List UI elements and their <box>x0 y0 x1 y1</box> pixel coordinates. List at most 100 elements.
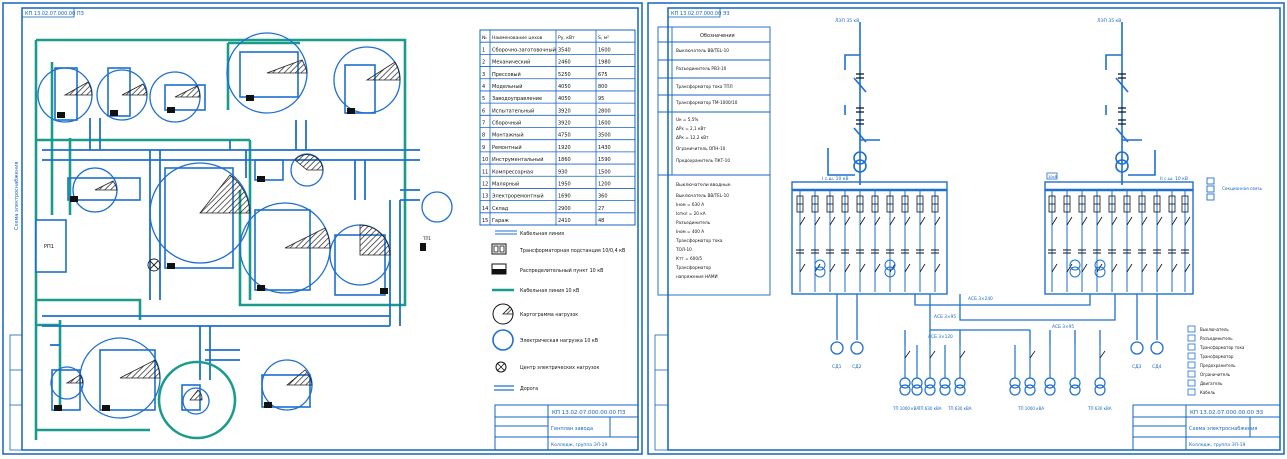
equip-line: Iном = 630 А <box>676 202 704 207</box>
table-cell: 1600 <box>598 121 611 127</box>
table-cell: 675 <box>598 72 608 78</box>
switchgear-cell <box>1123 190 1133 292</box>
right-title-name: Схема электроснабжения <box>1189 426 1257 432</box>
left-title-name: Генплан завода <box>551 426 593 432</box>
note-line: ΔPх = 2,1 кВт <box>676 126 706 131</box>
right-legend-label: Кабель <box>1200 390 1216 395</box>
table-cell: 930 <box>558 169 568 175</box>
switchgear-cell <box>1138 190 1148 292</box>
equip-header: Выключатели вводные <box>676 182 731 188</box>
right-legend-item: Предохранитель <box>1187 361 1236 369</box>
table-cell: 5250 <box>558 72 571 78</box>
tp-unit: ТП 630 кВА <box>1087 345 1112 411</box>
switchgear-cell <box>1063 190 1073 292</box>
table-cell: 1690 <box>558 194 571 200</box>
right-legend-item: Трансформатор тока <box>1187 343 1245 351</box>
table-cell: Испытательный <box>492 107 534 114</box>
equip-line: Трансформатор <box>675 265 711 270</box>
table-cell: 2 <box>482 60 485 66</box>
table-cell: 1980 <box>598 60 611 66</box>
table-cell: 1600 <box>598 47 611 53</box>
table-cell: Модельный <box>492 83 523 90</box>
tie-label-2: АСБ 3×95 <box>934 314 956 320</box>
measure-transformer <box>1069 259 1081 278</box>
left-side-label: Схема электроснабжения <box>14 162 20 230</box>
table-cell: 3500 <box>598 133 611 139</box>
table-cell: Монтажный <box>492 132 524 139</box>
table-cell: 8 <box>482 133 485 139</box>
bus-tag-right: 10кВ <box>1048 175 1058 179</box>
table-cell: 2460 <box>558 60 571 66</box>
tp-unit-secondary <box>939 345 951 396</box>
rp-label: РП1 <box>44 244 54 250</box>
motor-4: СД4 <box>1152 364 1162 370</box>
transformer-substations: ТП 1000 кВАТП 630 кВА ТП 630 кВА ТП 1000 к… <box>892 345 1112 411</box>
bus-connection-label: Секционная связь <box>1222 186 1263 191</box>
equip-line: Ктт = 600/5 <box>676 256 702 261</box>
table-cell: 800 <box>598 84 608 90</box>
equip-line: Разъединитель <box>676 220 711 225</box>
table-cell: 3920 <box>558 108 571 114</box>
tp-unit: ТП 1000 кВА <box>1017 345 1044 411</box>
right-legend: Выключатель Разъединитель Трансформатор то… <box>1187 325 1245 396</box>
table-cell: 15 <box>482 218 488 224</box>
table-cell: 1860 <box>558 157 571 163</box>
right-legend-label: Двигатель <box>1200 381 1223 386</box>
motors <box>830 341 1164 355</box>
legend-label: Трансформаторная подстанция 10/0,4 кВ <box>519 248 625 254</box>
legend-label: Дорога <box>520 386 538 392</box>
table-header-cell: Ру, кВт <box>558 35 575 41</box>
switchgear-cell <box>871 190 881 292</box>
right-legend-label: Выключатель <box>1200 327 1229 332</box>
table-cell: Склад <box>492 206 509 212</box>
note-line: ΔPк = 12,2 кВт <box>676 135 709 140</box>
legend-item: Распределительный пункт 10 кВ <box>491 263 603 275</box>
feeder-top-right: ЛЭП 35 кВ <box>1097 18 1121 24</box>
equip-line: Iном = 400 А <box>676 229 704 234</box>
legend-item: Картограмма нагрузок <box>492 303 578 325</box>
table-cell: Электроремонтный <box>492 193 544 200</box>
right-legend-item: Двигатель <box>1187 379 1223 387</box>
table-cell: 7 <box>482 121 485 127</box>
switchgear-cell <box>856 190 866 292</box>
table-cell: 3540 <box>558 47 571 53</box>
feeder-top-left: ЛЭП 35 кВ <box>835 18 859 24</box>
switchgear-cell <box>841 190 851 292</box>
note-line: Трансформатор тока ТПЛ <box>675 84 733 89</box>
table-header-cell: S, м² <box>598 35 609 41</box>
note-line: Выключатель ВВ/TEL-10 <box>676 48 729 53</box>
legend-item: Кабельная линия 10 кВ <box>492 288 579 294</box>
tie-label-4: АСБ 3×120 <box>928 334 953 340</box>
bus-label-2: II с.ш. 10 кВ <box>1160 176 1188 182</box>
right-title-code: КП 13.02.07.000.00.00 Э3 <box>1190 410 1264 416</box>
switchgear-cell <box>901 190 911 292</box>
switchgear-cell <box>1048 190 1058 292</box>
tp-unit: ТП 630 кВА <box>917 345 942 411</box>
equip-line: Выключатель ВВ/TEL-10 <box>676 193 729 198</box>
table-cell: Гараж <box>492 218 509 224</box>
switchgear-cell <box>826 190 836 292</box>
table-cell: Сборочный <box>492 120 521 127</box>
right-legend-item: Разъединитель <box>1187 334 1233 342</box>
tp-unit: ТП 630 кВА <box>947 345 972 411</box>
cable-network <box>836 294 1158 345</box>
table-cell: 95 <box>598 96 604 102</box>
table-cell: 4750 <box>558 133 571 139</box>
switchgear-cell <box>1108 190 1118 292</box>
right-stamp: КП 13.02.07.000.00 Э3 <box>671 11 730 17</box>
table-cell: 5 <box>482 96 485 102</box>
motor-3: СД3 <box>1132 364 1142 370</box>
tie-label-1: АСБ 3×240 <box>968 296 993 302</box>
legend-label: Центр электрических нагрузок <box>520 365 599 371</box>
table-cell: Сборочно-заготовочный <box>492 46 556 53</box>
legend-label: Кабельная линия 10 кВ <box>520 288 579 294</box>
table-cell: 1920 <box>558 145 571 151</box>
tp-label: ТП 1000 кВА <box>892 406 919 411</box>
table-cell: Инструментальный <box>492 156 544 163</box>
switchgear-cell <box>1153 190 1163 292</box>
note-line: Трансформатор ТМ-1000/10 <box>675 100 738 105</box>
drawing-canvas: КП 13.02.07.000.00 ПЗ Схема электроснабж… <box>2 2 1285 455</box>
table-cell: 48 <box>598 218 604 224</box>
legend-item: Кабельная линия <box>495 230 564 237</box>
legend-label: Электрическая нагрузка 10 кВ <box>520 338 598 344</box>
